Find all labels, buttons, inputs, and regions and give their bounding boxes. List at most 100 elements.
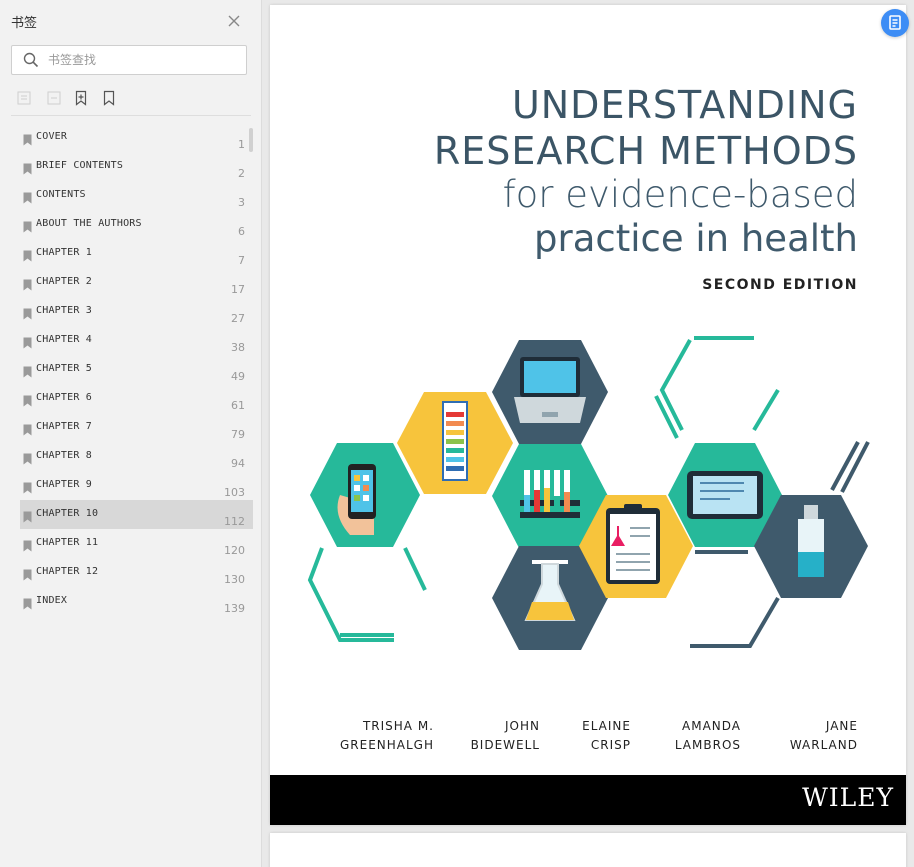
bookmark-item[interactable]: CHAPTER 9 103 (20, 471, 253, 500)
bookmark-page-number: 61 (231, 399, 245, 412)
bookmark-page-number: 94 (231, 457, 245, 470)
document-icon (889, 15, 901, 30)
bookmark-icon (23, 537, 32, 556)
cover-title-line: RESEARCH METHODS (433, 129, 858, 173)
bookmark-label: INDEX (36, 595, 68, 606)
cover-subtitle-line: for evidence-based (502, 173, 858, 216)
tablet-icon (687, 471, 763, 519)
edition-label: SECOND EDITION (702, 277, 858, 293)
bookmark-icon (23, 189, 32, 208)
bookmark-page-number: 7 (238, 254, 245, 267)
bookmark-item[interactable]: COVER 1 (20, 123, 253, 152)
bookmark-label: CHAPTER 2 (36, 276, 92, 287)
close-icon[interactable] (226, 13, 242, 29)
bookmark-icon (23, 479, 32, 498)
bookmark-icon[interactable] (101, 90, 117, 106)
bookmark-label: CHAPTER 4 (36, 334, 92, 345)
bookmark-item[interactable]: CHAPTER 6 61 (20, 384, 253, 413)
search-icon (23, 52, 39, 72)
bookmark-label: ABOUT THE AUTHORS (36, 218, 142, 229)
bookmark-label: CHAPTER 6 (36, 392, 92, 403)
publisher-band: WILEY (270, 775, 906, 825)
bookmark-label: CHAPTER 10 (36, 508, 99, 519)
bookmark-page-number: 112 (224, 515, 245, 528)
bookmark-label: CONTENTS (36, 189, 86, 200)
bookmark-item[interactable]: CHAPTER 11 120 (20, 529, 253, 558)
bookmark-page-number: 139 (224, 602, 245, 615)
bookmark-page-number: 49 (231, 370, 245, 383)
bookmark-item[interactable]: CHAPTER 1 7 (20, 239, 253, 268)
bookmark-item[interactable]: INDEX 139 (20, 587, 253, 616)
divider (11, 115, 251, 116)
publisher-logo: WILEY (802, 783, 894, 812)
collapse-all-icon[interactable] (46, 90, 62, 106)
bookmark-item[interactable]: CHAPTER 8 94 (20, 442, 253, 471)
bookmark-label: CHAPTER 11 (36, 537, 99, 548)
bookmark-item[interactable]: BRIEF CONTENTS 2 (20, 152, 253, 181)
bookmark-label: CHAPTER 9 (36, 479, 92, 490)
bookmark-icon (23, 566, 32, 585)
bookmark-icon (23, 247, 32, 266)
bookmark-label: CHAPTER 5 (36, 363, 92, 374)
bookmark-page-number: 130 (224, 573, 245, 586)
bookmark-panel: 书签 COVER1BRIEF CONTENTS2CONTENTS3ABOUT T… (0, 0, 262, 867)
bookmark-icon (23, 363, 32, 382)
bookmark-label: CHAPTER 7 (36, 421, 92, 432)
bookmark-item[interactable]: CHAPTER 2 17 (20, 268, 253, 297)
bookmark-item[interactable]: ABOUT THE AUTHORS 6 (20, 210, 253, 239)
bookmark-icon (23, 276, 32, 295)
author-name: JOHN BIDEWELL (470, 719, 540, 752)
bookmark-label: COVER (36, 131, 68, 142)
bookmark-item[interactable]: CHAPTER 4 38 (20, 326, 253, 355)
page-next (270, 833, 906, 867)
bookmark-page-number: 6 (238, 225, 245, 238)
laptop-icon (514, 357, 586, 423)
document-viewer[interactable]: UNDERSTANDING RESEARCH METHODS for evide… (263, 0, 914, 867)
bookmark-search[interactable] (11, 45, 247, 75)
bookmark-page-number: 38 (231, 341, 245, 354)
bookmark-icon (23, 305, 32, 324)
bookmark-label: CHAPTER 8 (36, 450, 92, 461)
add-bookmark-icon[interactable] (73, 90, 89, 106)
bookmark-icon (23, 218, 32, 237)
bookmark-label: BRIEF CONTENTS (36, 160, 124, 171)
author-name: ELAINE CRISP (582, 719, 631, 752)
extract-page-button[interactable] (881, 9, 909, 37)
panel-title: 书签 (11, 16, 38, 31)
bookmark-item[interactable]: CHAPTER 3 27 (20, 297, 253, 326)
author-name: TRISHA M. GREENHALGH (339, 719, 434, 752)
search-input[interactable] (48, 51, 238, 69)
bookmark-icon (23, 131, 32, 150)
bookmark-icon (23, 160, 32, 179)
bookmark-page-number: 120 (224, 544, 245, 557)
bookmark-icon (23, 392, 32, 411)
bookmark-label: CHAPTER 3 (36, 305, 92, 316)
bookmark-item[interactable]: CONTENTS 3 (20, 181, 253, 210)
scrollbar-thumb[interactable] (249, 128, 253, 152)
bookmark-page-number: 79 (231, 428, 245, 441)
test-strip-icon (442, 401, 468, 481)
scrollbar[interactable] (249, 126, 253, 626)
bookmark-label: CHAPTER 12 (36, 566, 99, 577)
bookmark-label: CHAPTER 1 (36, 247, 92, 258)
bookmark-page-number: 103 (224, 486, 245, 499)
bookmark-icon (23, 508, 32, 527)
bookmark-item[interactable]: CHAPTER 10 112 (20, 500, 253, 529)
expand-all-icon[interactable] (16, 90, 32, 106)
bookmark-icon (23, 595, 32, 614)
cover-illustration (307, 336, 870, 650)
cover-title-line: UNDERSTANDING (511, 83, 858, 127)
bookmark-icon (23, 421, 32, 440)
bookmark-page-number: 27 (231, 312, 245, 325)
bookmark-page-number: 17 (231, 283, 245, 296)
bookmark-page-number: 2 (238, 167, 245, 180)
bookmark-item[interactable]: CHAPTER 7 79 (20, 413, 253, 442)
bookmark-item[interactable]: CHAPTER 5 49 (20, 355, 253, 384)
bookmark-icon (23, 450, 32, 469)
cover-subtitle-line: practice in health (534, 217, 858, 260)
bookmark-icon (23, 334, 32, 353)
bookmark-item[interactable]: CHAPTER 12 130 (20, 558, 253, 587)
clipboard-icon (606, 504, 660, 584)
bookmark-page-number: 1 (238, 138, 245, 151)
bookmark-list: COVER 1 BRIEF CONTENTS 2 CONTENTS 3 ABOUT THE … (20, 123, 253, 616)
